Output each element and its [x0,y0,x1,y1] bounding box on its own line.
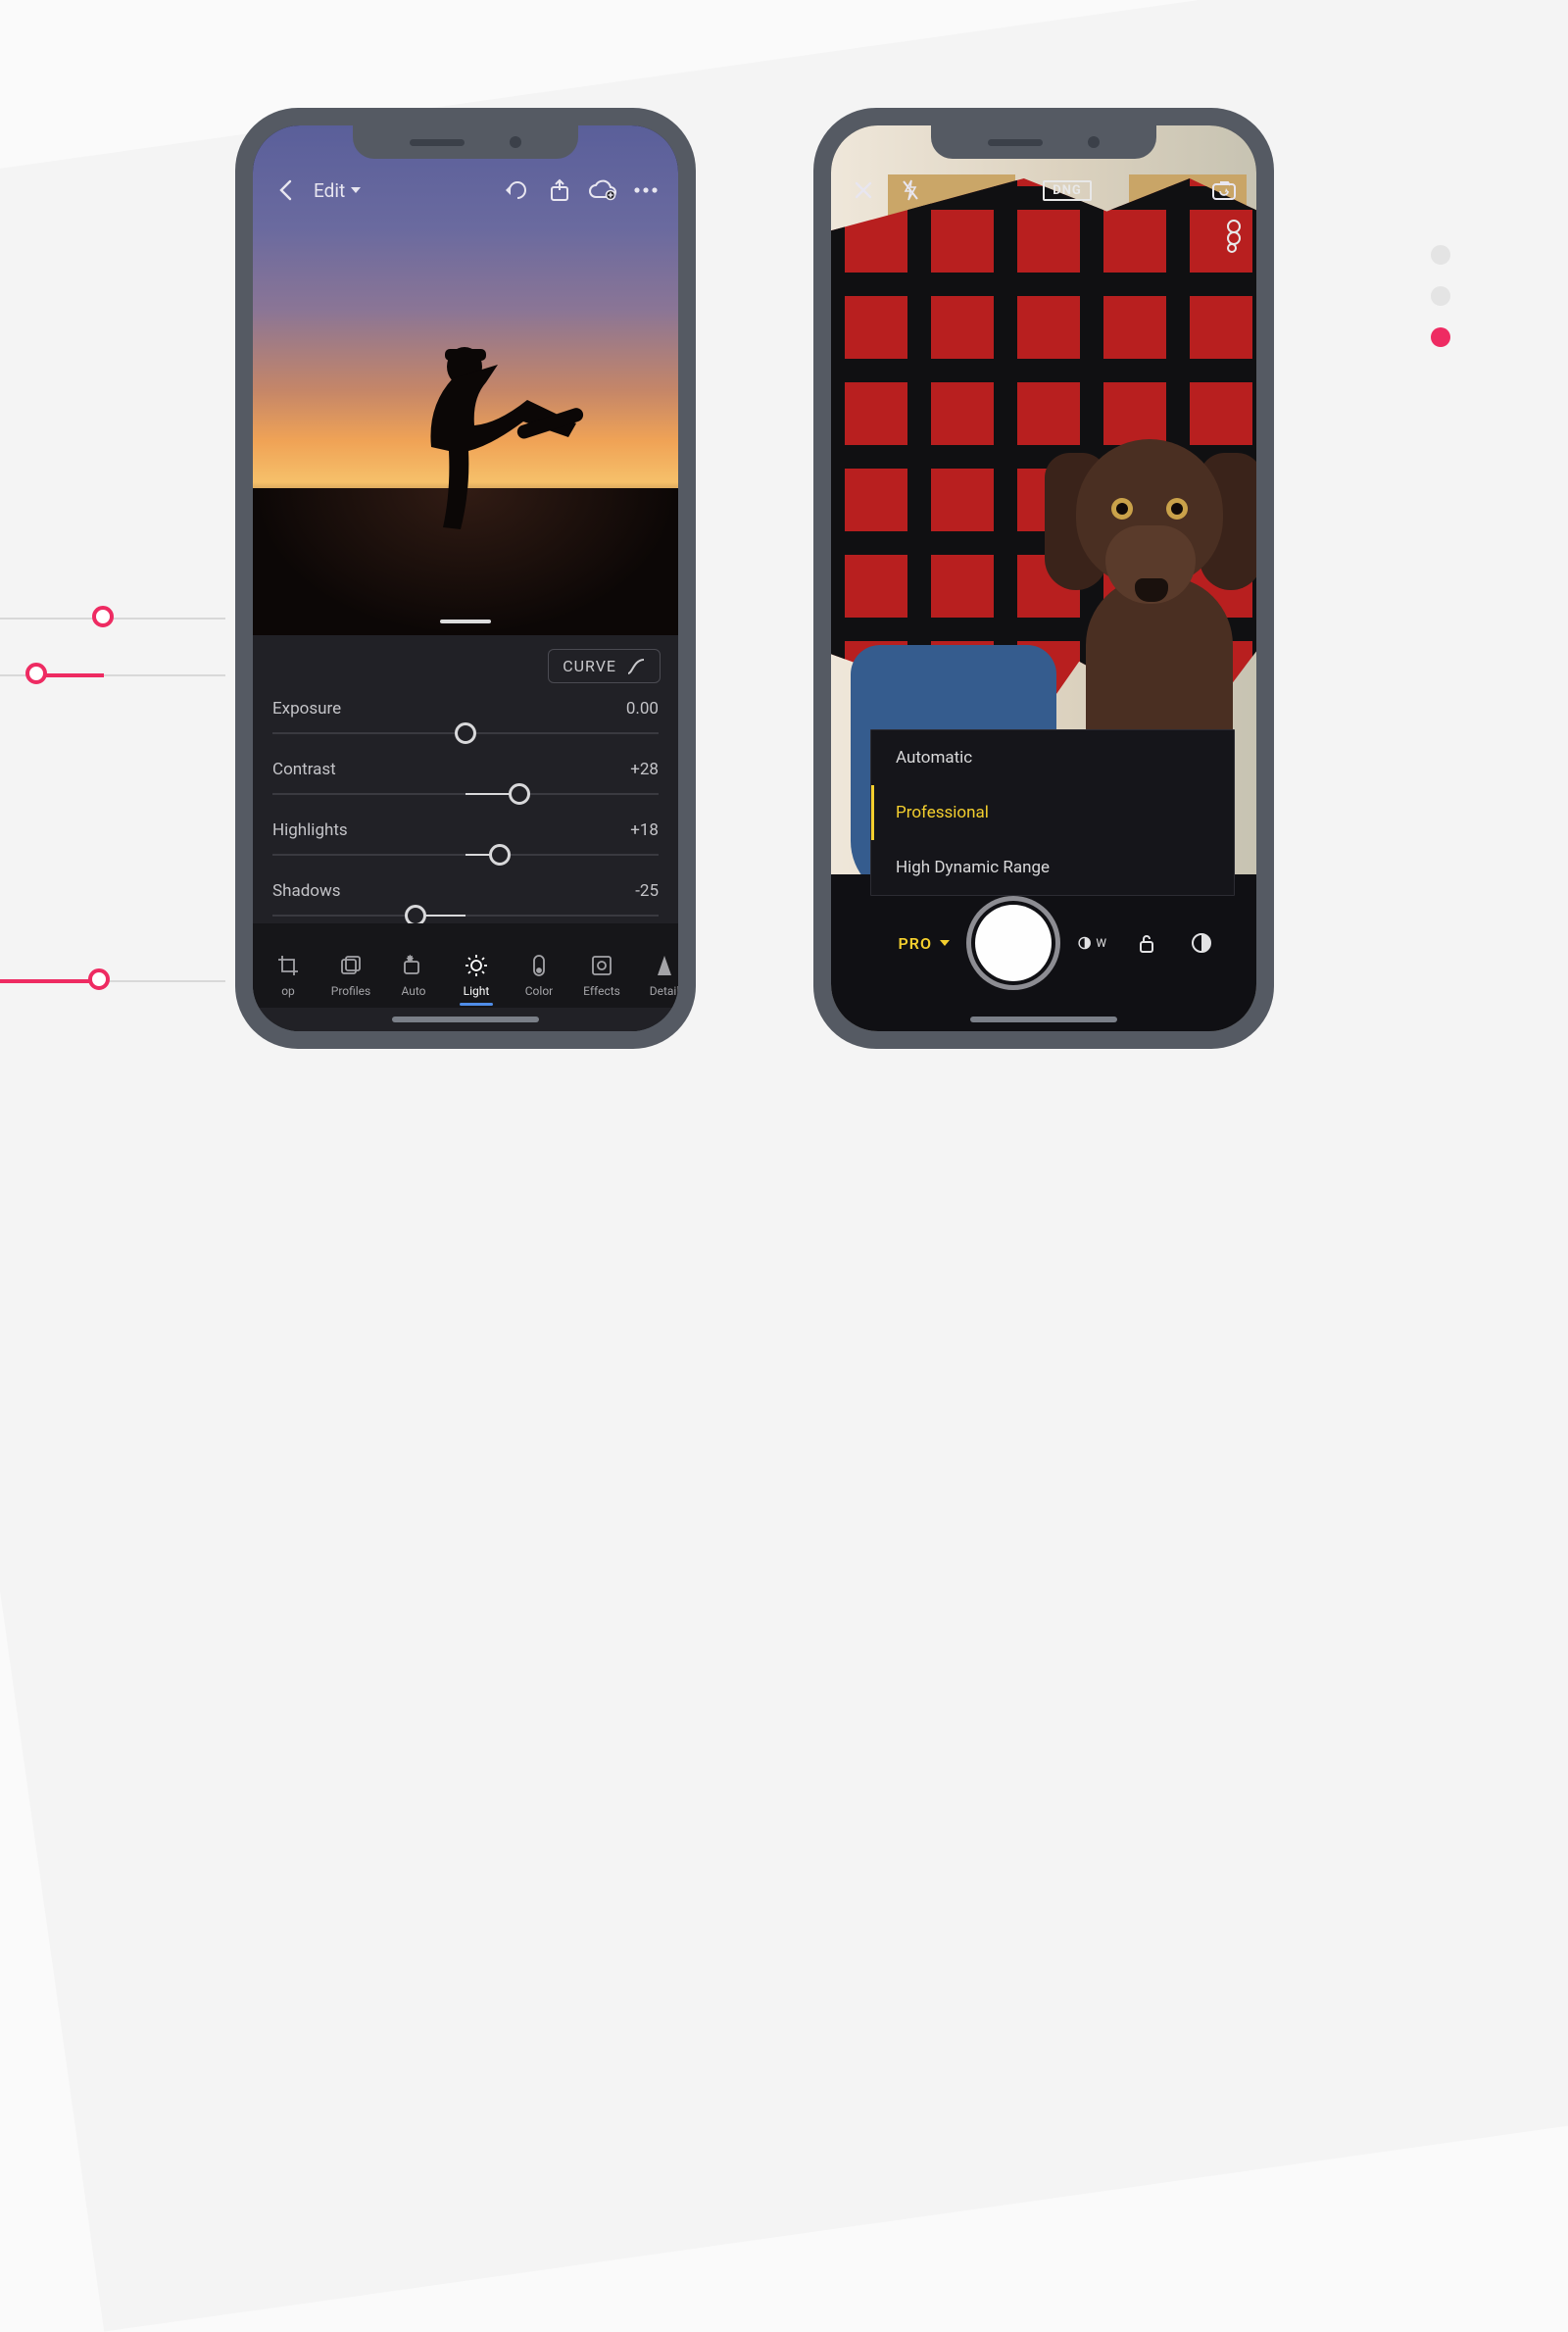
tool-tab-profiles[interactable]: Profiles [319,953,382,998]
camera-bottom-bar: PRO W [831,874,1256,1031]
slider-label: Exposure [272,699,341,719]
slider-knob[interactable] [509,783,530,805]
home-indicator[interactable] [392,1017,539,1022]
slider-value: -25 [635,881,659,901]
wb-label: W [1096,936,1106,950]
decor-slider-handle [88,968,110,990]
format-badge[interactable]: DNG [1043,180,1091,201]
crop-icon [275,953,301,978]
slider-value: 0.00 [626,699,659,719]
whitebalance-button[interactable]: W [1077,928,1106,958]
curve-button[interactable]: CURVE [548,649,661,683]
editor-tool-tabs: op Profiles Auto Light Color Effects Detail [253,923,678,1008]
slider-label: Shadows [272,881,341,901]
slider-track[interactable] [272,719,659,748]
camera-mode-option[interactable]: Professional [871,785,1234,840]
tool-tab-label: op [281,984,295,998]
effects-icon [589,953,614,978]
light-adjust-panel: CURVE Exposure 0.00 Contrast +28 Highlights +… [253,635,678,1031]
pager-dot[interactable] [1431,286,1450,306]
tool-tab-auto[interactable]: Auto [382,953,445,998]
device-notch [931,125,1156,159]
device-notch [353,125,578,159]
close-button[interactable] [849,175,878,205]
camera-mode-dropdown[interactable]: PRO [871,934,950,953]
screen-title-dropdown[interactable]: Edit [314,179,361,202]
slider-label: Highlights [272,820,348,840]
curve-icon [626,658,646,675]
more-button[interactable] [631,175,661,205]
camera-top-bar: DNG [831,169,1256,212]
pager-dot[interactable] [1431,245,1450,265]
cloud-sync-button[interactable] [588,175,617,205]
shutter-button[interactable] [975,905,1052,981]
flash-off-button[interactable] [896,175,925,205]
slider-track[interactable] [272,779,659,809]
tool-tab-detail[interactable]: Detail [633,953,678,998]
tool-tab-color[interactable]: Color [508,953,570,998]
phone-mock-edit: Edit CURVE Exp [235,108,696,1049]
tool-tab-light[interactable]: Light [445,953,508,998]
slider-value: +18 [630,820,659,840]
light-icon [464,953,489,978]
slider-knob[interactable] [455,722,476,744]
color-icon [526,953,552,978]
camera-mode-menu: AutomaticProfessionalHigh Dynamic Range [870,729,1235,896]
slider-value: +28 [630,760,659,779]
tool-tab-label: Color [525,984,553,998]
decor-slider-handle [92,606,114,627]
slider-highlights: Highlights +18 [253,811,678,871]
tool-tab-label: Light [464,984,490,998]
slider-track[interactable] [272,840,659,869]
decor-slider-handle [25,663,47,684]
slider-label: Contrast [272,760,336,779]
camera-mode-option[interactable]: Automatic [871,730,1234,785]
detail-icon [652,953,677,978]
tool-tab-label: Profiles [331,984,371,998]
slider-knob[interactable] [489,844,511,866]
share-button[interactable] [545,175,574,205]
tool-tab-label: Effects [583,984,620,998]
undo-button[interactable] [502,175,531,205]
curve-label: CURVE [563,657,616,675]
camera-mode-label: PRO [899,934,932,953]
slider-exposure: Exposure 0.00 [253,689,678,750]
switch-camera-button[interactable] [1209,175,1239,205]
filters-button[interactable] [1187,928,1216,958]
ae-lock-button[interactable] [1132,928,1161,958]
carousel-pager [1431,245,1450,347]
pager-dot-active[interactable] [1431,327,1450,347]
tool-tab-effects[interactable]: Effects [570,953,633,998]
editor-top-bar: Edit [253,169,678,212]
panel-drag-handle[interactable] [440,620,491,623]
tool-tab-label: Detail [650,984,678,998]
home-indicator[interactable] [970,1017,1117,1022]
phone-mock-camera: DNG AutomaticProfessionalHigh Dynamic Ra… [813,108,1274,1049]
auto-icon [401,953,426,978]
slider-contrast: Contrast +28 [253,750,678,811]
camera-mode-option[interactable]: High Dynamic Range [871,840,1234,895]
tool-tab-label: Auto [401,984,425,998]
overlay-toggle-icon[interactable] [1221,220,1243,255]
subject-silhouette [368,331,584,547]
decor-slider-fill [0,979,98,983]
back-button[interactable] [270,175,300,205]
profiles-icon [338,953,364,978]
tool-tab-crop[interactable]: op [257,953,319,998]
screen-title: Edit [314,179,345,202]
chevron-down-icon [351,187,361,193]
chevron-down-icon [940,940,950,946]
